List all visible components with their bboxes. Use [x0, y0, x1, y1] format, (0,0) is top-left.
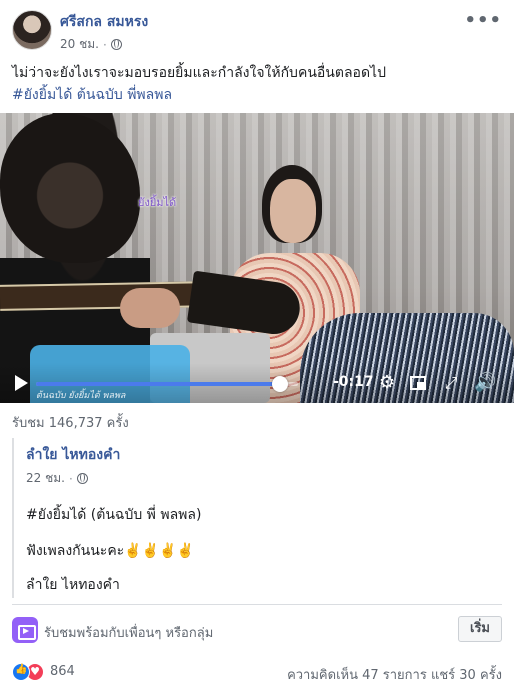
more-options-icon[interactable]: ••• — [464, 10, 502, 31]
video-frame-element — [120, 288, 180, 328]
post-time[interactable]: 20 ชม. — [60, 35, 99, 54]
author-name[interactable]: ศรีสกล สมหรง — [60, 11, 148, 33]
reactions-footer: ♥ 864 ความคิดเห็น 47 รายการ แชร์ 30 ครั้… — [12, 660, 502, 684]
caption-text: ไม่ว่าจะยังไงเราจะมอบรอยยิ้มและกำลังใจให… — [12, 65, 386, 81]
shared-author-name[interactable]: ลำใย ไหทองคำ — [26, 444, 502, 466]
like-reaction-icon[interactable] — [12, 663, 30, 681]
divider — [12, 604, 502, 605]
time-remaining: -0:17 — [333, 374, 374, 390]
video-title: ต้นฉบับ ยังยิ้มได้ พลพล — [36, 391, 126, 401]
view-count: รับชม 146,737 ครั้ง — [12, 416, 129, 431]
video-controls: ต้นฉบับ ยังยิ้มได้ พลพล -0:17 ⚙ ⤢ 🔊 — [0, 363, 514, 403]
facebook-post: ศรีสกล สมหรง 20 ชม. · ••• ไม่ว่าจะยังไงเ… — [0, 0, 514, 692]
shared-post-meta: 22 ชม. · — [26, 469, 502, 488]
shared-post-time[interactable]: 22 ชม. — [26, 469, 65, 488]
progress-fill — [36, 382, 280, 386]
shared-hashtag-line[interactable]: #ยังยิ้มได้ (ต้นฉบับ พี่ พลพล) — [26, 504, 201, 526]
shared-signature-line: ลำใย ไหทองคำ — [26, 577, 120, 593]
video-overlay-text: ยังยิ้มได้ — [138, 196, 177, 209]
reaction-count[interactable]: 864 — [50, 664, 75, 679]
separator-dot: · — [102, 37, 107, 52]
play-icon[interactable] — [15, 375, 28, 391]
fullscreen-icon[interactable]: ⤢ — [441, 373, 461, 393]
shared-text-line: ฟังเพลงกันนะคะ✌️✌️✌️✌️ — [26, 543, 194, 559]
volume-icon[interactable]: 🔊 — [474, 373, 496, 393]
watch-party-text: รับชมพร้อมกับเพื่อนๆ หรือกลุ่ม — [44, 626, 214, 641]
post-caption: ไม่ว่าจะยังไงเราจะมอบรอยยิ้มและกำลังใจให… — [12, 62, 502, 106]
shares-count[interactable]: แชร์ 30 ครั้ง — [431, 668, 502, 683]
caption-hashtags[interactable]: #ยังยิ้มได้ ต้นฉบับ พี่พลพล — [12, 84, 502, 106]
post-meta: 20 ชม. · — [60, 35, 122, 54]
watch-party-bar: รับชมพร้อมกับเพื่อนๆ หรือกลุ่ม เริ่ม — [12, 616, 502, 644]
video-frame-element — [270, 179, 316, 243]
progress-bar[interactable] — [36, 376, 298, 392]
start-watch-party-button[interactable]: เริ่ม — [458, 616, 502, 642]
post-header: ศรีสกล สมหรง 20 ชม. · ••• — [12, 8, 502, 52]
picture-in-picture-icon[interactable] — [408, 373, 428, 393]
author-avatar[interactable] — [12, 10, 52, 50]
comments-count[interactable]: ความคิดเห็น 47 รายการ — [287, 668, 427, 683]
watch-party-icon — [12, 617, 38, 643]
video-player[interactable]: ยังยิ้มได้ ต้นฉบับ ยังยิ้มได้ พลพล -0:17… — [0, 113, 514, 403]
gear-icon[interactable]: ⚙ — [377, 373, 397, 393]
globe-icon — [110, 39, 122, 50]
engagement-stats: ความคิดเห็น 47 รายการ แชร์ 30 ครั้ง — [287, 664, 502, 685]
shared-post: ลำใย ไหทองคำ 22 ชม. · #ยังยิ้มได้ (ต้นฉบ… — [12, 438, 502, 598]
separator-dot: · — [68, 471, 73, 486]
scrubber-handle[interactable] — [271, 376, 288, 392]
globe-icon — [76, 473, 88, 484]
